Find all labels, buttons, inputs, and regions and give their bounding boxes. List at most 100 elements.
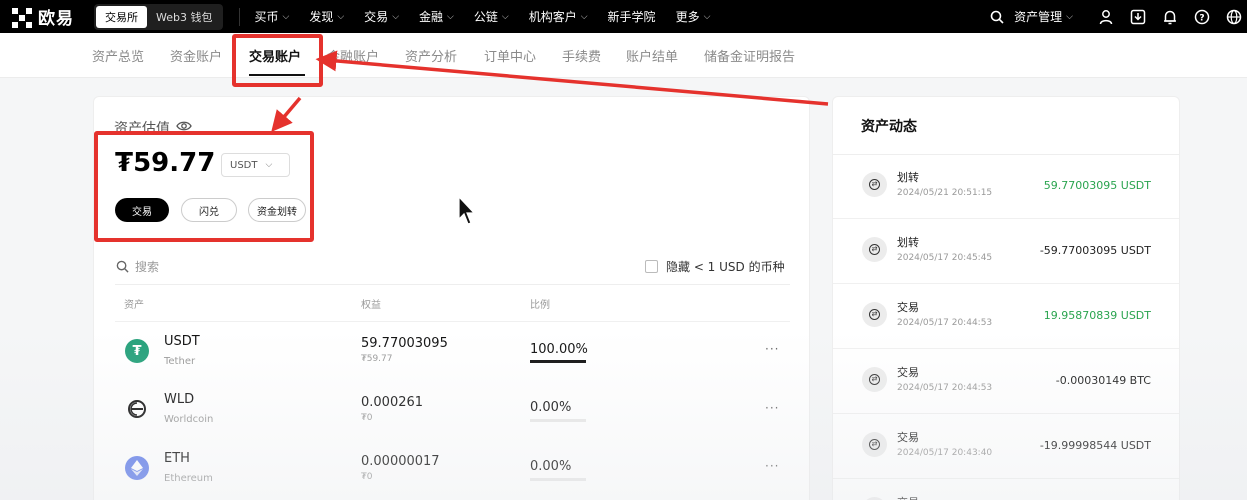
tab-funding-account[interactable]: 资金账户 bbox=[170, 46, 222, 65]
divider bbox=[833, 348, 1179, 349]
coin-name: Worldcoin bbox=[164, 414, 214, 425]
divider bbox=[833, 478, 1179, 479]
ethereum-icon bbox=[125, 456, 149, 480]
okx-logo-icon bbox=[12, 7, 34, 28]
coin-name: Ethereum bbox=[164, 473, 213, 484]
nav-menu-label: 发现 bbox=[309, 10, 334, 24]
transfer-icon-glyph: ⇄ bbox=[869, 309, 880, 320]
equity-fiat: ₮0 bbox=[361, 413, 373, 423]
more-icon[interactable]: ··· bbox=[765, 342, 779, 356]
search-icon[interactable] bbox=[988, 8, 1006, 26]
divider bbox=[833, 218, 1179, 219]
transfer-icon-glyph: ⇄ bbox=[869, 244, 880, 255]
asset-management-menu[interactable]: 资产管理 ⌵ bbox=[1014, 8, 1073, 25]
annotation-box-balance bbox=[94, 131, 314, 242]
nav-menu-item[interactable]: 买币 ⌵ bbox=[254, 8, 289, 25]
nav-menu-item[interactable]: 新手学院 bbox=[608, 8, 656, 25]
svg-text:?: ? bbox=[1199, 13, 1204, 23]
transfer-icon-glyph: ⇄ bbox=[869, 179, 880, 190]
activity-type: 交易 bbox=[897, 431, 919, 444]
logo-text: 欧易 bbox=[38, 9, 74, 29]
nav-menu-item[interactable]: 公链 ⌵ bbox=[474, 8, 509, 25]
chevron-down-icon: ⌵ bbox=[703, 11, 711, 22]
chevron-down-icon: ⌵ bbox=[282, 11, 290, 22]
nav-menu-item[interactable]: 机构客户 ⌵ bbox=[529, 8, 588, 25]
activity-time: 2024/05/17 20:44:53 bbox=[897, 318, 993, 328]
main-menu: 买币 ⌵ 发现 ⌵ 交易 ⌵ 金融 ⌵ 公链 ⌵ 机构客户 ⌵ 新手学院 更多 ⌵ bbox=[254, 8, 730, 25]
hide-small-checkbox[interactable] bbox=[645, 260, 658, 273]
nav-menu-item[interactable]: 更多 ⌵ bbox=[676, 8, 711, 25]
chevron-down-icon: ⌵ bbox=[580, 11, 588, 22]
top-nav: 欧易 交易所 Web3 钱包 买币 ⌵ 发现 ⌵ 交易 ⌵ 金融 ⌵ 公链 ⌵ 机构客户 ⌵ 新手学院更… bbox=[0, 0, 1247, 33]
tether-icon: ₮ bbox=[125, 339, 149, 363]
activity-amount: -59.77003095 USDT bbox=[1039, 244, 1151, 257]
tab-proof-of-reserves[interactable]: 储备金证明报告 bbox=[704, 46, 795, 65]
help-icon[interactable]: ? bbox=[1193, 8, 1211, 26]
equity-fiat: ₮59.77 bbox=[361, 354, 393, 364]
hide-small-balances[interactable]: 隐藏 < 1 USD 的币种 bbox=[645, 258, 785, 275]
transfer-icon-glyph: ⇄ bbox=[869, 374, 880, 385]
activity-type: 划转 bbox=[897, 171, 919, 184]
divider bbox=[115, 321, 790, 322]
chevron-down-icon: ⌵ bbox=[447, 11, 454, 22]
asset-management-label: 资产管理 bbox=[1014, 10, 1063, 24]
tab-statements[interactable]: 账户结单 bbox=[626, 46, 678, 65]
coin-symbol: ETH bbox=[164, 451, 190, 466]
transfer-icon: ⇄ bbox=[862, 432, 887, 457]
ratio-value: 100.00% bbox=[530, 342, 588, 357]
activity-type: 交易 bbox=[897, 301, 919, 314]
exchange-wallet-switch: 交易所 Web3 钱包 bbox=[94, 3, 224, 30]
nav-menu-item[interactable]: 发现 ⌵ bbox=[309, 8, 344, 25]
activity-amount: -19.99998544 USDT bbox=[1039, 439, 1151, 452]
hide-small-label: 隐藏 < 1 USD 的币种 bbox=[666, 260, 785, 274]
tab-fees[interactable]: 手续费 bbox=[562, 46, 601, 65]
activity-amount: 59.77003095 USDT bbox=[1043, 179, 1151, 192]
tab-asset-analysis[interactable]: 资产分析 bbox=[405, 46, 457, 65]
activity-time: 2024/05/21 20:51:15 bbox=[897, 188, 993, 198]
ratio-bar bbox=[530, 419, 586, 422]
search-icon bbox=[116, 260, 129, 273]
switch-web3-wallet[interactable]: Web3 钱包 bbox=[147, 6, 221, 28]
column-header-ratio: 比例 bbox=[530, 300, 550, 311]
equity-fiat: ₮0 bbox=[361, 472, 373, 482]
activity-type: 划转 bbox=[897, 236, 919, 249]
search-placeholder: 搜索 bbox=[135, 260, 160, 274]
equity-value: 0.00000017 bbox=[361, 454, 440, 469]
tab-finance-account[interactable]: 金融账户 bbox=[327, 46, 379, 65]
divider bbox=[833, 154, 1179, 155]
column-header-equity: 权益 bbox=[361, 300, 381, 311]
nav-menu-item[interactable]: 金融 ⌵ bbox=[419, 8, 454, 25]
coin-name: Tether bbox=[164, 356, 196, 367]
annotation-box-trading-tab bbox=[232, 34, 323, 87]
activity-type: 交易 bbox=[897, 494, 919, 500]
nav-menu-label: 机构客户 bbox=[528, 10, 577, 24]
tab-order-center[interactable]: 订单中心 bbox=[484, 46, 536, 65]
chevron-down-icon: ⌵ bbox=[337, 11, 345, 22]
column-header-asset: 资产 bbox=[124, 300, 144, 311]
divider bbox=[115, 284, 790, 285]
ratio-value: 0.00% bbox=[530, 400, 572, 415]
tab-asset-overview[interactable]: 资产总览 bbox=[92, 46, 144, 65]
divider bbox=[833, 413, 1179, 414]
okx-logo[interactable]: 欧易 bbox=[12, 4, 74, 29]
activity-type: 交易 bbox=[897, 366, 919, 379]
more-icon[interactable]: ··· bbox=[765, 401, 779, 415]
ratio-bar bbox=[530, 478, 586, 481]
nav-right: 资产管理 ⌵ ? bbox=[974, 8, 1243, 26]
download-icon[interactable] bbox=[1129, 8, 1147, 26]
nav-menu-label: 买币 bbox=[254, 10, 279, 24]
bell-icon[interactable] bbox=[1161, 8, 1179, 26]
user-icon[interactable] bbox=[1097, 8, 1115, 26]
nav-menu-item[interactable]: 交易 ⌵ bbox=[364, 8, 399, 25]
nav-menu-label: 金融 bbox=[419, 10, 444, 24]
more-icon[interactable]: ··· bbox=[765, 459, 779, 473]
ratio-value: 0.00% bbox=[530, 459, 572, 474]
nav-menu-label: 公链 bbox=[473, 10, 498, 24]
transfer-icon: ⇄ bbox=[862, 367, 887, 392]
ratio-bar bbox=[530, 360, 586, 363]
globe-icon[interactable] bbox=[1225, 8, 1243, 26]
activity-amount: -0.00030149 BTC bbox=[1055, 374, 1151, 387]
switch-exchange[interactable]: 交易所 bbox=[96, 5, 147, 28]
equity-value: 59.77003095 bbox=[361, 336, 448, 351]
asset-search[interactable]: 搜索 bbox=[116, 258, 159, 275]
